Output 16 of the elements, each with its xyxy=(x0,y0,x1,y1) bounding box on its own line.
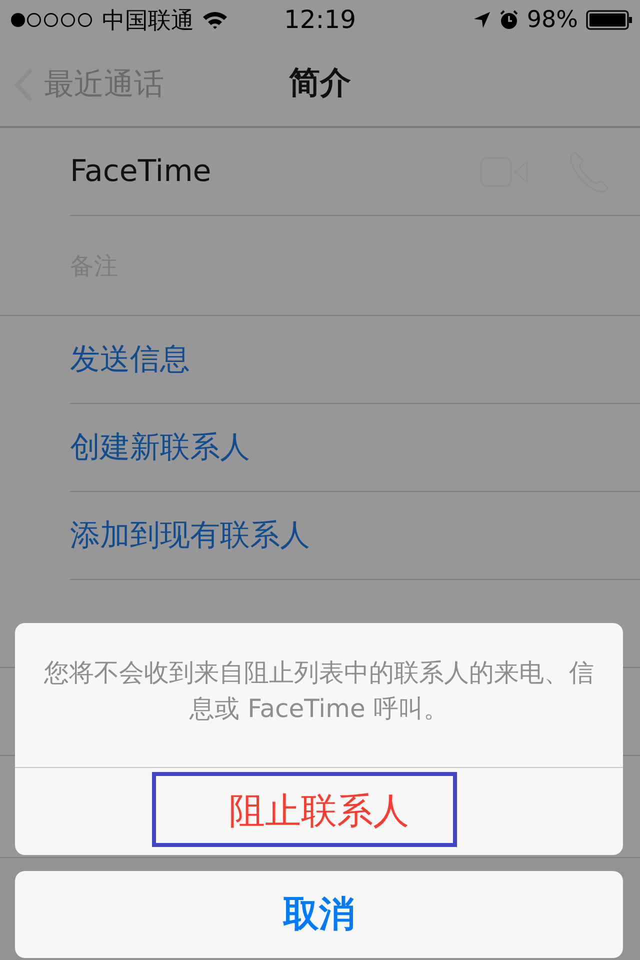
alarm-clock-icon xyxy=(498,10,519,30)
screen-title: 简介 xyxy=(289,64,351,103)
action-link[interactable]: 创建新联系人 xyxy=(70,427,250,468)
facetime-label: FaceTime xyxy=(70,154,212,189)
block-contact-button[interactable]: 阻止联系人 xyxy=(15,768,623,855)
battery-icon xyxy=(586,10,632,30)
clock-time: 12:19 xyxy=(284,5,356,34)
sheet-message: 您将不会收到来自阻止列表中的联系人的来电、信息或 FaceTime 呼叫。 xyxy=(15,623,623,768)
action-link[interactable]: 发送信息 xyxy=(70,339,190,380)
battery-percent: 98% xyxy=(526,7,578,33)
action-link[interactable]: 添加到现有联系人 xyxy=(70,515,310,556)
location-arrow-icon xyxy=(472,11,491,29)
carrier-name: 中国联通 xyxy=(102,6,194,36)
signal-icon xyxy=(10,12,94,28)
cancel-button[interactable]: 取消 xyxy=(15,871,623,958)
wifi-icon xyxy=(202,10,228,30)
